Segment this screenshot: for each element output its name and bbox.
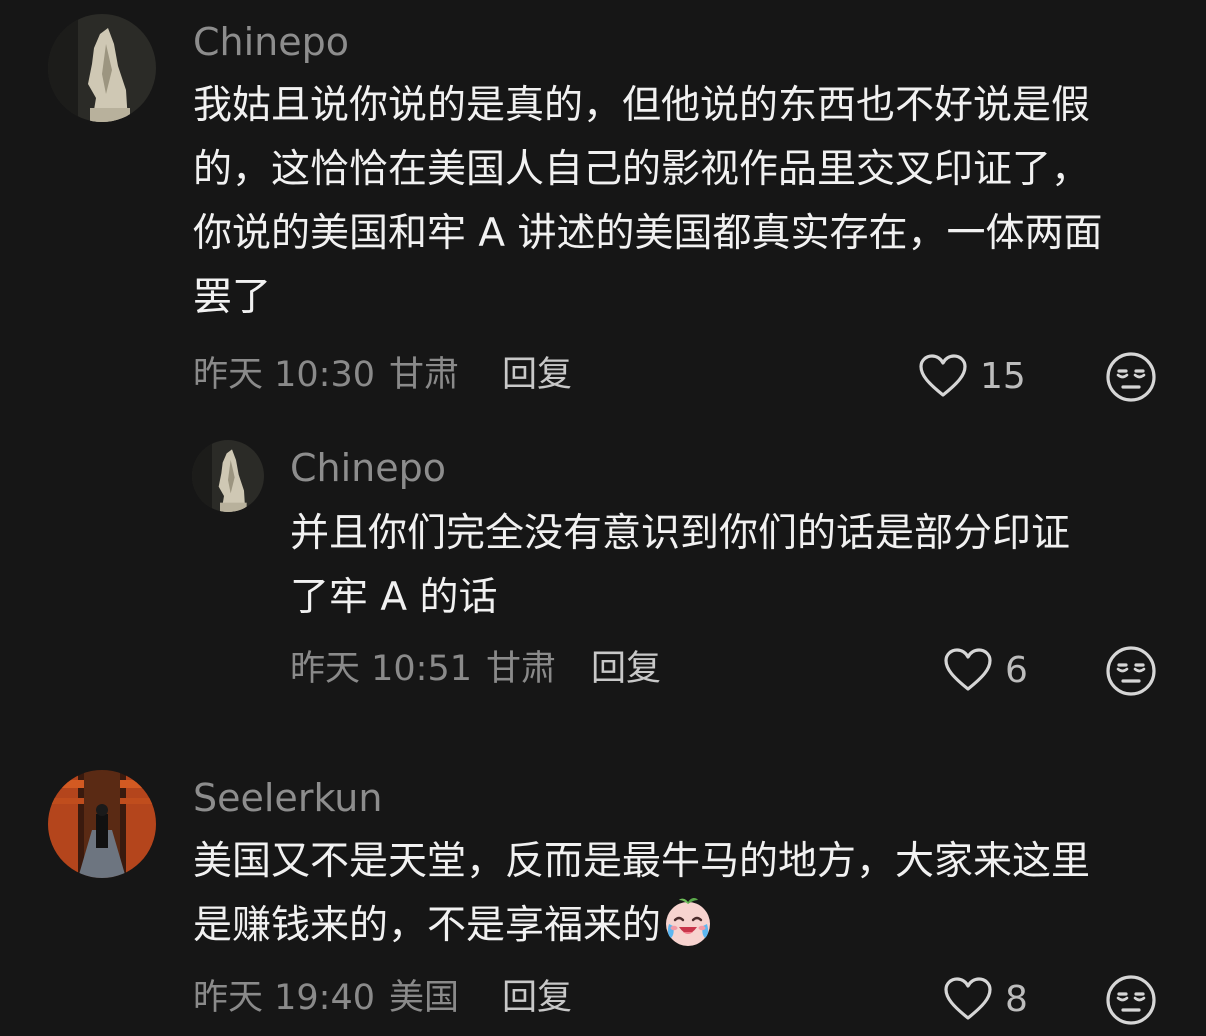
comment-text: 我姑且说你说的是真的，但他说的东西也不好说是假 的，这恰恰在美国人自己的影视作品… [193, 74, 1102, 330]
horse-statue-avatar-icon [192, 440, 264, 512]
like-button[interactable]: 8 [943, 973, 1028, 1025]
comment-time: 昨天 19:40 [193, 978, 375, 1018]
comment-text-line: 是赚钱来的，不是享福来的 [193, 894, 1090, 958]
comment-text-line: 你说的美国和牢 A 讲述的美国都真实存在，一体两面 [193, 211, 1103, 256]
comment-text-line: 并且你们完全没有意识到你们的话是部分印证 [290, 511, 1071, 556]
comment-text-line: 的，这恰恰在美国人自己的影视作品里交叉印证了， [193, 147, 1091, 192]
comment-location: 甘肃 [486, 649, 557, 689]
crying-laughing-face-emoji-icon [661, 894, 715, 948]
dislike-button[interactable] [1105, 351, 1157, 403]
comment-meta: 昨天 10:51 甘肃 [290, 647, 556, 691]
like-count: 8 [1005, 978, 1028, 1020]
like-count: 6 [1005, 649, 1028, 691]
reply-button[interactable]: 回复 [591, 647, 661, 691]
comment-username[interactable]: Seelerkun [193, 776, 382, 820]
unamused-face-icon [1106, 975, 1156, 1025]
avatar[interactable] [48, 770, 156, 878]
comment-meta: 昨天 19:40 美国 [193, 976, 459, 1020]
reply-button[interactable]: 回复 [502, 976, 572, 1020]
unamused-face-icon [1106, 646, 1156, 696]
like-button[interactable]: 6 [943, 644, 1028, 696]
comment-text-line: 了牢 A 的话 [290, 575, 498, 620]
comment-time: 昨天 10:30 [193, 355, 375, 395]
comment-username[interactable]: Chinepo [193, 20, 349, 64]
avatar[interactable] [48, 14, 156, 122]
unamused-face-icon [1106, 352, 1156, 402]
comment-location: 甘肃 [389, 355, 460, 395]
torii-corridor-avatar-icon [48, 770, 156, 878]
comment-text-line: 罢了 [193, 275, 272, 320]
comment-text-line: 美国又不是天堂，反而是最牛马的地方，大家来这里 [193, 839, 1091, 884]
like-count: 15 [980, 355, 1026, 397]
comment-text-fragment: 是赚钱来的，不是享福来的 [193, 903, 662, 948]
heart-outline-icon [944, 977, 992, 1020]
comment-time: 昨天 10:51 [290, 649, 472, 689]
dislike-button[interactable] [1105, 974, 1157, 1026]
comment-text-line: 我姑且说你说的是真的，但他说的东西也不好说是假 [193, 83, 1091, 128]
comment-meta: 昨天 10:30 甘肃 [193, 353, 459, 397]
heart-outline-icon [944, 648, 992, 691]
like-button[interactable]: 15 [918, 350, 1026, 402]
comment-text: 美国又不是天堂，反而是最牛马的地方，大家来这里 是赚钱来的，不是享福来的 [193, 830, 1090, 958]
dislike-button[interactable] [1105, 645, 1157, 697]
avatar[interactable] [192, 440, 264, 512]
comment-location: 美国 [389, 978, 460, 1018]
comment-text: 并且你们完全没有意识到你们的话是部分印证 了牢 A 的话 [290, 502, 1070, 630]
comment-username[interactable]: Chinepo [290, 446, 446, 490]
heart-outline-icon [919, 354, 967, 397]
reply-button[interactable]: 回复 [502, 353, 572, 397]
horse-statue-avatar-icon [48, 14, 156, 122]
